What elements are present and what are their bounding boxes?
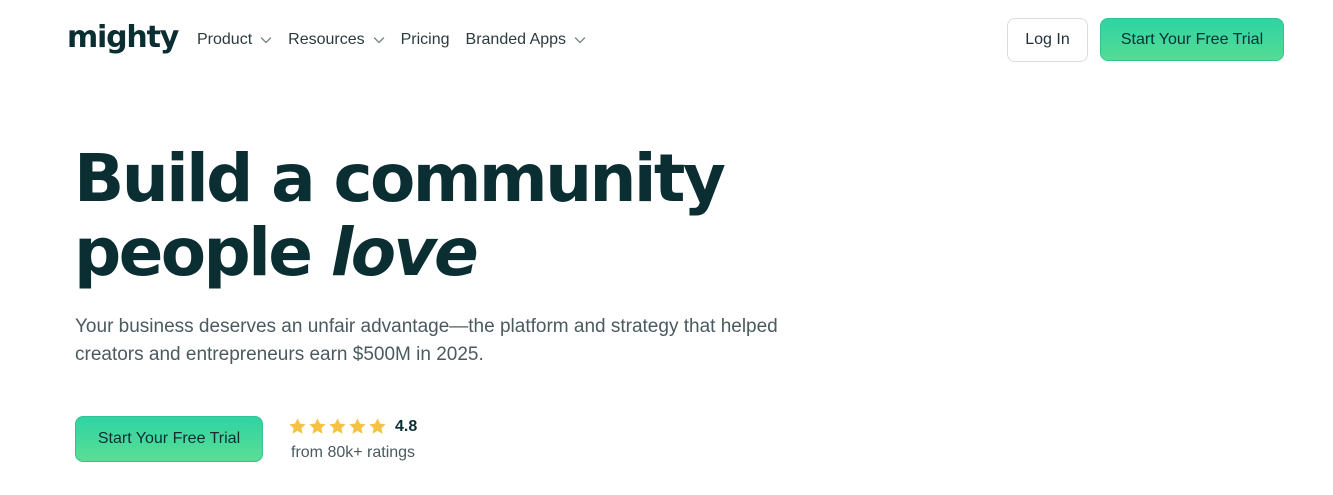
nav-item-pricing[interactable]: Pricing — [401, 31, 450, 49]
nav-links: Product Resources Pricing Branded Apps — [197, 28, 586, 52]
nav-item-label: Branded Apps — [465, 31, 567, 48]
nav-item-product[interactable]: Product — [197, 31, 272, 49]
nav-item-label: Pricing — [400, 31, 450, 48]
top-navigation: mighty Product Resources Pricing Branded… — [0, 0, 1333, 80]
star-icon — [368, 417, 387, 436]
rating-score: 4.8 — [395, 418, 418, 435]
start-free-trial-nav-button[interactable]: Start Your Free Trial — [1100, 18, 1284, 61]
rating-count: from 80k+ ratings — [291, 444, 416, 461]
mighty-logo[interactable]: mighty — [67, 18, 179, 58]
hero-subtext: Your business deserves an unfair advanta… — [75, 316, 778, 365]
star-icon — [308, 417, 327, 436]
headline-line-2: people love — [74, 216, 723, 290]
rating-block: 4.8 from 80k+ ratings — [288, 416, 448, 466]
star-rating — [288, 417, 387, 436]
hero-headline: Build a community people love — [74, 140, 726, 290]
nav-item-label: Resources — [288, 31, 365, 48]
headline-line-1: Build a community — [74, 140, 726, 217]
nav-item-resources[interactable]: Resources — [288, 31, 384, 49]
nav-item-label: Product — [197, 31, 253, 48]
chevron-down-icon — [260, 34, 272, 46]
headline-emphasis: love — [330, 214, 479, 291]
star-icon — [328, 417, 347, 436]
landing-page: mighty Product Resources Pricing Branded… — [0, 0, 1333, 495]
start-free-trial-hero-button[interactable]: Start Your Free Trial — [75, 416, 263, 462]
star-icon — [288, 417, 307, 436]
nav-item-branded-apps[interactable]: Branded Apps — [466, 31, 587, 49]
headline-plain-text: people — [74, 214, 331, 291]
star-icon — [348, 417, 367, 436]
chevron-down-icon — [373, 34, 385, 46]
chevron-down-icon — [574, 34, 586, 46]
login-button[interactable]: Log In — [1007, 18, 1088, 62]
